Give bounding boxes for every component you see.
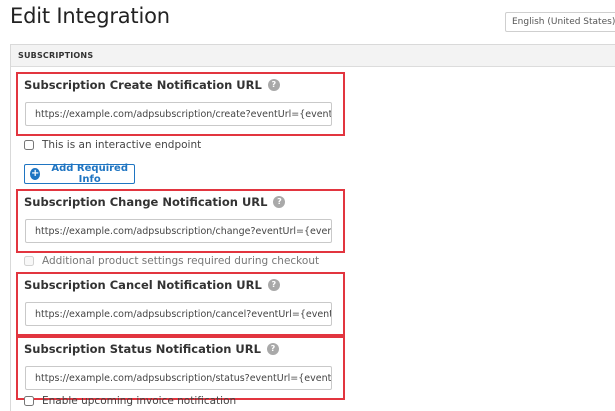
language-select-value: English (United States) bbox=[512, 17, 615, 27]
cancel-url-input[interactable] bbox=[25, 302, 332, 326]
cancel-url-field-group: Subscription Cancel Notification URL? bbox=[16, 272, 345, 336]
create-url-label: Subscription Create Notification URL bbox=[24, 78, 262, 92]
create-url-field-group: Subscription Create Notification URL? bbox=[16, 72, 345, 136]
add-required-info-button[interactable]: + Add Required Info bbox=[24, 163, 135, 185]
help-icon[interactable]: ? bbox=[273, 195, 286, 208]
page-title: Edit Integration bbox=[10, 4, 170, 28]
change-url-input[interactable] bbox=[25, 219, 332, 243]
create-url-input[interactable] bbox=[25, 102, 332, 126]
upcoming-invoice-checkbox[interactable] bbox=[24, 396, 34, 406]
help-icon[interactable]: ? bbox=[267, 78, 280, 91]
status-url-input[interactable] bbox=[25, 366, 332, 390]
interactive-endpoint-checkbox[interactable] bbox=[24, 140, 34, 150]
interactive-endpoint-row: This is an interactive endpoint bbox=[24, 139, 201, 151]
help-icon[interactable]: ? bbox=[266, 342, 279, 355]
language-select[interactable]: English (United States) bbox=[505, 12, 615, 32]
additional-settings-row: Additional product settings required dur… bbox=[24, 255, 319, 267]
additional-settings-checkbox[interactable] bbox=[24, 256, 34, 266]
section-header: SUBSCRIPTIONS bbox=[11, 45, 615, 67]
change-url-field-group: Subscription Change Notification URL? bbox=[16, 189, 345, 253]
plus-circle-icon: + bbox=[30, 168, 41, 180]
change-url-label: Subscription Change Notification URL bbox=[24, 195, 268, 209]
upcoming-invoice-row: Enable upcoming invoice notification bbox=[24, 395, 236, 407]
add-required-info-label: Add Required Info bbox=[51, 163, 128, 185]
status-url-field-group: Subscription Status Notification URL? bbox=[16, 336, 345, 400]
status-url-label: Subscription Status Notification URL bbox=[24, 342, 261, 356]
upcoming-invoice-label: Enable upcoming invoice notification bbox=[42, 395, 237, 407]
cancel-url-label: Subscription Cancel Notification URL bbox=[24, 278, 262, 292]
interactive-endpoint-label: This is an interactive endpoint bbox=[42, 139, 202, 151]
additional-settings-label: Additional product settings required dur… bbox=[42, 255, 320, 267]
help-icon[interactable]: ? bbox=[267, 278, 280, 291]
